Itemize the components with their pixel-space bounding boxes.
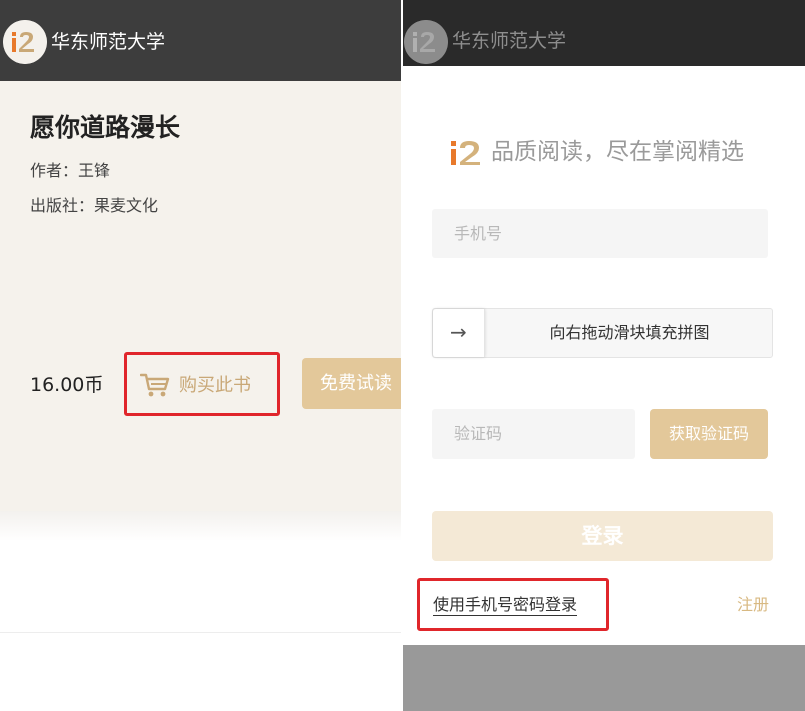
arrow-right-icon: → [450,320,467,344]
university-logo-icon [3,20,47,64]
slogan-text: 品质阅读，尽在掌阅精选 [491,139,744,165]
bottom-overlay-band [403,645,805,711]
password-login-highlight: 使用手机号密码登录 [417,578,609,631]
buy-book-button[interactable]: 购买此书 [124,352,280,416]
login-header-bar: 华东师范大学 [403,0,805,66]
book-header-bar: 华东师范大学 [0,0,401,81]
book-info-area [0,81,401,511]
book-detail-panel: 华东师范大学 愿你道路漫长 作者：王锋 出版社：果麦文化 16.00币 购买此书… [0,0,401,711]
header-title: 华东师范大学 [51,31,166,53]
cart-icon [140,373,170,397]
book-area-fade [0,511,401,541]
register-link[interactable]: 注册 [737,594,769,616]
password-login-link[interactable]: 使用手机号密码登录 [433,595,578,616]
captcha-slider[interactable]: → 向右拖动滑块填充拼图 [432,308,773,358]
book-author: 作者：王锋 [30,161,111,180]
header-title: 华东师范大学 [452,30,567,52]
login-button[interactable]: 登录 [432,511,773,561]
brand-logo-icon [451,141,480,165]
free-trial-button[interactable]: 免费试读 [302,358,401,409]
login-panel: 华东师范大学 品质阅读，尽在掌阅精选 手机号 → 向右拖动滑块填充拼图 验证码 … [403,0,805,711]
book-title: 愿你道路漫长 [30,113,181,142]
slider-handle[interactable]: → [433,309,485,357]
slider-instruction: 向右拖动滑块填充拼图 [549,323,710,342]
get-code-button[interactable]: 获取验证码 [650,409,768,459]
section-divider [0,632,401,633]
phone-input[interactable]: 手机号 [432,209,768,258]
buy-book-label: 购买此书 [179,375,251,396]
verification-code-input[interactable]: 验证码 [432,409,635,459]
university-logo-icon [404,20,448,64]
book-price: 16.00币 [30,374,104,396]
book-publisher: 出版社：果麦文化 [30,196,159,215]
